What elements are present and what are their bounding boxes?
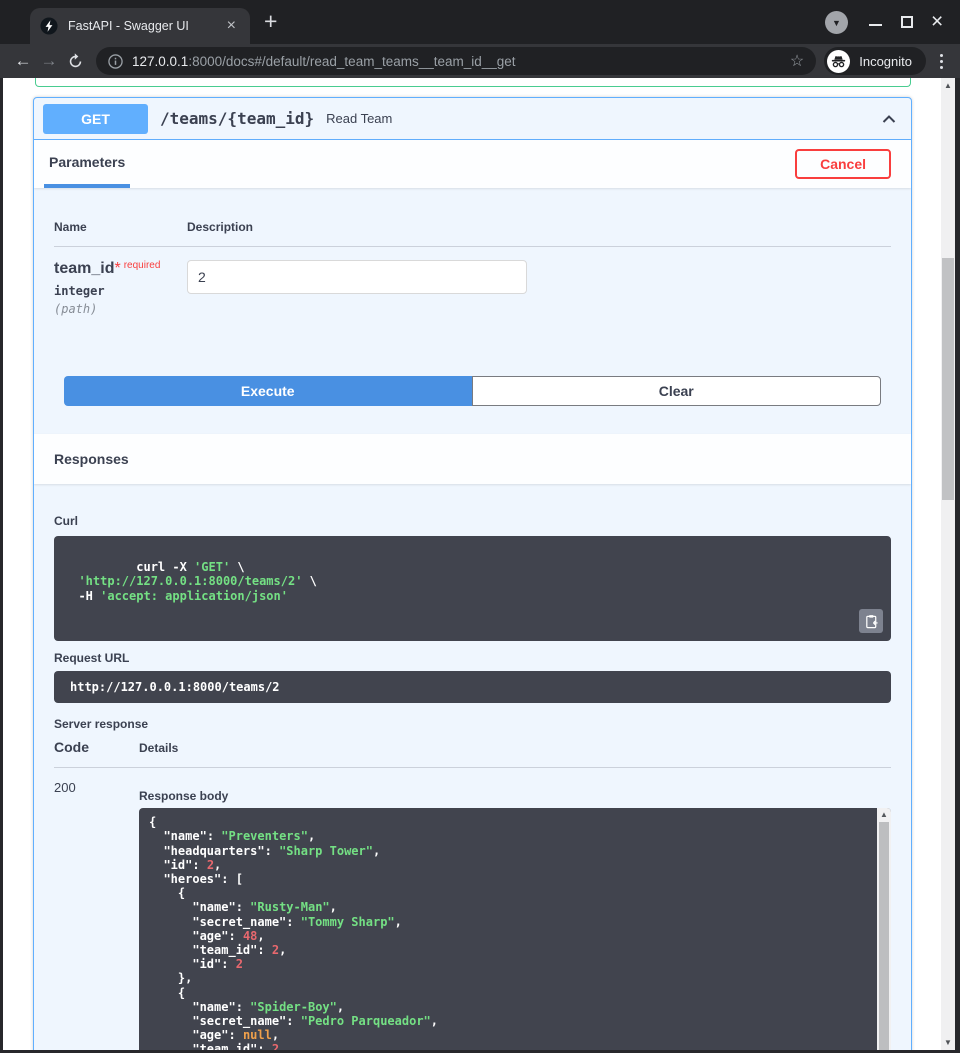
response-body-block: { "name": "Preventers", "headquarters": … [139, 808, 891, 1053]
operation-summary: Read Team [326, 111, 392, 126]
request-url-label: Request URL [54, 651, 891, 665]
code-column-header: Code [54, 739, 139, 755]
details-column-header: Details [139, 741, 178, 755]
response-body-json: { "name": "Preventers", "headquarters": … [139, 808, 891, 1053]
curl-command-block: curl -X 'GET' \ 'http://127.0.0.1:8000/t… [54, 536, 891, 641]
swagger-page: GET /teams/{team_id} Read Team Parameter… [0, 78, 960, 1053]
operation-path: /teams/{team_id} [160, 109, 314, 128]
scroll-up-icon[interactable]: ▲ [941, 81, 955, 90]
parameter-description-cell [187, 260, 891, 316]
parameter-name: team_id [54, 260, 114, 277]
reload-button[interactable] [62, 53, 88, 70]
address-bar[interactable]: 127.0.0.1:8000/docs#/default/read_team_t… [96, 47, 816, 75]
incognito-badge: Incognito [824, 47, 926, 75]
opblock-get-read-team: GET /teams/{team_id} Read Team Parameter… [33, 97, 912, 1053]
parameter-location: (path) [54, 302, 187, 316]
incognito-label: Incognito [859, 54, 912, 69]
curl-command-text: curl -X 'GET' \ 'http://127.0.0.1:8000/t… [64, 560, 317, 602]
opblock-summary[interactable]: GET /teams/{team_id} Read Team [34, 98, 911, 140]
window-close-button[interactable]: × [931, 10, 943, 34]
window-frame-right [955, 78, 960, 1053]
site-info-icon[interactable] [108, 54, 123, 69]
parameter-name-cell: team_id* required integer (path) [54, 260, 187, 316]
responses-section-header: Responses [34, 434, 911, 484]
responses-title: Responses [54, 451, 129, 467]
tab-title: FastAPI - Swagger UI [68, 19, 223, 33]
url-text[interactable]: 127.0.0.1:8000/docs#/default/read_team_t… [132, 54, 782, 69]
clear-button[interactable]: Clear [472, 376, 882, 406]
new-tab-button[interactable]: + [264, 9, 277, 33]
page-scrollbar[interactable]: ▲ ▼ [941, 78, 955, 1050]
execute-button[interactable]: Execute [64, 376, 472, 406]
table-row: team_id* required integer (path) [54, 247, 891, 364]
parameters-table: Name Description team_id* required intege… [34, 188, 911, 364]
back-button[interactable]: ← [10, 48, 36, 74]
forward-button[interactable]: → [36, 48, 62, 74]
method-badge: GET [43, 104, 148, 134]
cancel-button[interactable]: Cancel [795, 149, 891, 179]
request-url-value: http://127.0.0.1:8000/teams/2 [54, 671, 891, 703]
name-column-header: Name [54, 220, 187, 234]
window-menu-caret-icon[interactable]: ▼ [825, 11, 848, 34]
browser-menu-icon[interactable] [932, 54, 950, 69]
scrollbar-thumb[interactable] [879, 822, 889, 1053]
tab-close-icon[interactable]: × [223, 18, 240, 34]
response-body-label: Response body [139, 768, 891, 803]
status-code: 200 [54, 768, 139, 1053]
copy-to-clipboard-button[interactable] [859, 609, 883, 633]
server-response-label: Server response [54, 717, 891, 731]
server-response-table: Code Details 200 Response body { "name":… [54, 739, 891, 1053]
required-label: required [124, 260, 161, 271]
response-details-cell: Response body { "name": "Preventers", "h… [139, 768, 891, 1053]
previous-opblock-bottom-edge [35, 78, 911, 87]
responses-inner: Curl curl -X 'GET' \ 'http://127.0.0.1:8… [34, 484, 911, 1053]
parameters-section-header: Parameters Cancel [34, 140, 911, 188]
parameter-type: integer [54, 284, 187, 298]
minimize-button[interactable] [869, 24, 882, 26]
maximize-button[interactable] [901, 16, 913, 28]
incognito-icon [827, 50, 850, 73]
execute-wrapper: Execute Clear [64, 376, 881, 434]
required-star: * [114, 260, 120, 277]
tab-strip: FastAPI - Swagger UI × + ▼ × [0, 0, 960, 44]
scroll-down-icon[interactable]: ▼ [941, 1038, 955, 1047]
parameters-table-header: Name Description [54, 208, 891, 247]
tab-parameters[interactable]: Parameters [44, 140, 130, 188]
response-body-scrollbar[interactable]: ▲ [877, 808, 891, 1053]
browser-window: FastAPI - Swagger UI × + ▼ × ← → 127.0.0… [0, 0, 960, 1053]
browser-toolbar: ← → 127.0.0.1:8000/docs#/default/read_te… [0, 44, 960, 78]
bookmark-star-icon[interactable]: ☆ [790, 51, 804, 71]
curl-label: Curl [54, 514, 78, 528]
table-row: 200 Response body { "name": "Preventers"… [54, 768, 891, 1053]
fastapi-favicon-icon [40, 17, 58, 35]
description-column-header: Description [187, 220, 891, 234]
scrollbar-thumb[interactable] [942, 258, 954, 500]
collapse-chevron-up-icon[interactable] [879, 109, 899, 129]
scroll-up-icon[interactable]: ▲ [877, 810, 891, 819]
window-frame-left [0, 78, 3, 1053]
browser-tab[interactable]: FastAPI - Swagger UI × [30, 8, 250, 44]
team-id-input[interactable] [187, 260, 527, 294]
server-response-table-header: Code Details [54, 739, 891, 768]
